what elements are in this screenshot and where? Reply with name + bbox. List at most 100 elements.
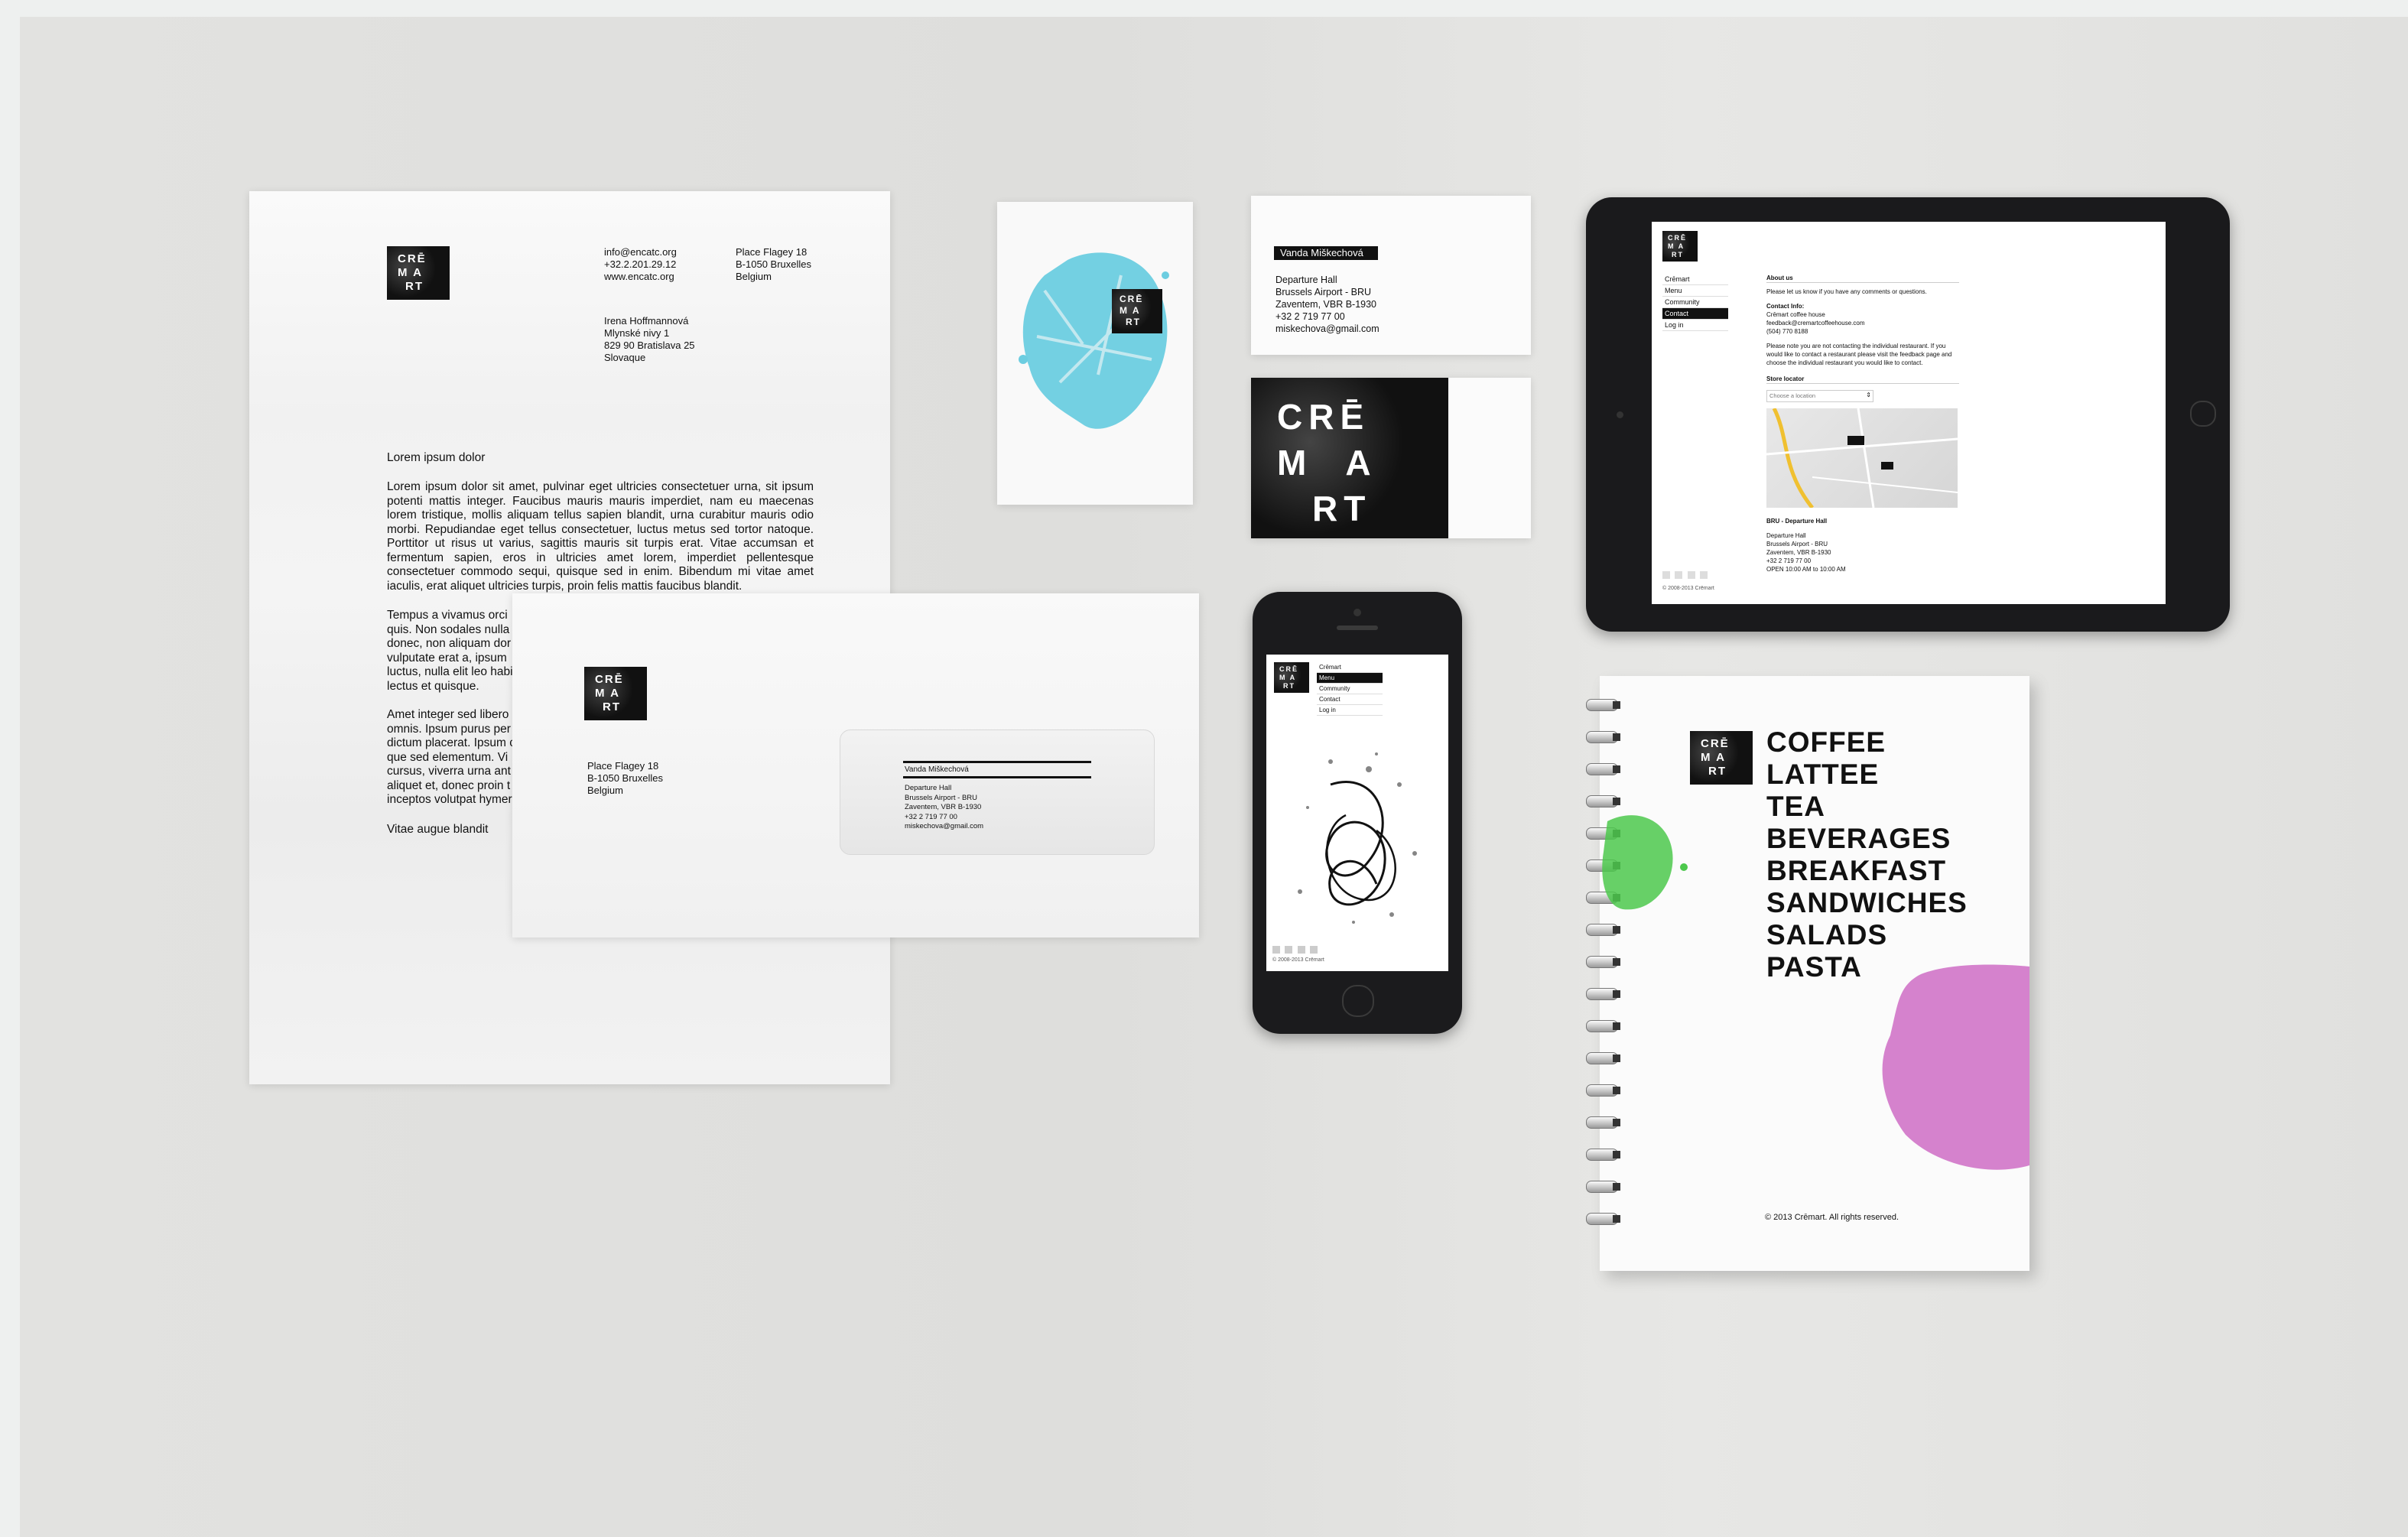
- phone-camera: [1353, 609, 1361, 616]
- menu-item-beverages: BEVERAGES: [1766, 823, 1951, 854]
- logo-line-2: M A: [1120, 305, 1141, 316]
- brand-logo: CRĒ M A RT: [387, 246, 450, 300]
- ink-scribble-graphic: [1298, 752, 1417, 924]
- tablet-content: About us Please let us know if you have …: [1766, 274, 1959, 574]
- recipient-line: Irena Hoffmannová: [604, 315, 689, 327]
- tablet-screen: CRĒ M A RT Crēmart Menu Community Contac…: [1652, 222, 2166, 604]
- logo-line-1: CRĒ: [1668, 234, 1688, 242]
- logo-line-1: CRĒ: [1701, 737, 1730, 750]
- logo-line-3: RT: [405, 280, 424, 293]
- address-line: Place Flagey 18: [587, 760, 659, 772]
- address-line: Belgium: [587, 785, 623, 796]
- letterhead-contact: info@encatc.org +32.2.201.29.12 www.enca…: [604, 246, 677, 283]
- nav-item-menu[interactable]: Menu: [1662, 285, 1728, 297]
- tablet-footer: © 2008-2013 Crēmart: [1662, 586, 1714, 591]
- nav-item-contact[interactable]: Contact: [1317, 694, 1383, 705]
- text-line: inceptos volutpat hymer: [387, 793, 512, 806]
- window-name: Vanda Miškechová: [905, 765, 969, 774]
- menu-item-salads: SALADS: [1766, 919, 1888, 950]
- social-icon[interactable]: [1310, 946, 1318, 954]
- location-select[interactable]: Choose a location ⇕: [1766, 390, 1873, 402]
- store-line: Zaventem, VBR B-1930: [1766, 549, 1831, 556]
- address-line: Zaventem, VBR B-1930: [905, 803, 982, 811]
- about-heading: About us: [1766, 274, 1959, 283]
- logo-line-1: CRĒ: [1279, 665, 1299, 673]
- envelope: CRĒ M A RT Place Flagey 18 B-1050 Bruxel…: [512, 593, 1199, 937]
- contact-note: Please note you are not contacting the i…: [1766, 343, 1952, 366]
- tablet-home-button[interactable]: [2190, 401, 2216, 427]
- card-name-label: Vanda Miškechová: [1274, 246, 1378, 260]
- phone-social-icons: [1272, 944, 1318, 957]
- window-address: Departure Hall Brussels Airport - BRU Za…: [905, 784, 983, 832]
- menu-item-coffee: COFFEE: [1766, 726, 1886, 758]
- logo-line-1: CRĒ: [1120, 294, 1144, 304]
- address-line: Departure Hall: [905, 784, 952, 792]
- recipient-line: Slovaque: [604, 352, 646, 363]
- brand-logo-large: CRĒ M A RT: [1251, 378, 1448, 538]
- logo-line-2: M A: [595, 687, 620, 700]
- text-line: Tempus a vivamus orci: [387, 609, 508, 622]
- letter-subject: Lorem ipsum dolor: [387, 451, 486, 464]
- social-icon[interactable]: [1662, 571, 1670, 579]
- text-line: aliquet et, donec proin t: [387, 778, 511, 792]
- social-icon[interactable]: [1700, 571, 1708, 579]
- social-icon[interactable]: [1297, 946, 1305, 954]
- store-line: Brussels Airport - BRU: [1766, 541, 1828, 548]
- nav-item-contact[interactable]: Contact: [1662, 308, 1728, 320]
- address-line: Brussels Airport - BRU: [1275, 287, 1372, 297]
- nav-item-login[interactable]: Log in: [1317, 705, 1383, 716]
- nav-item-home[interactable]: Crēmart: [1662, 274, 1728, 285]
- logo-line-2: M A: [1279, 674, 1297, 681]
- brand-logo: CRĒ M A RT: [1274, 662, 1309, 693]
- letterhead-sender-address: Place Flagey 18 B-1050 Bruxelles Belgium: [736, 246, 811, 283]
- spiral-notebook: CRĒ M A RT COFFEE LATTEE TEA BEVERAGES B…: [1586, 676, 2029, 1271]
- address-line: Brussels Airport - BRU: [905, 793, 978, 802]
- logo-line-1: CRĒ: [398, 252, 427, 265]
- text-line: donec, non aliquam dor: [387, 637, 512, 650]
- store-line: Departure Hall: [1766, 532, 1806, 539]
- contact-heading: Contact Info:: [1766, 303, 1805, 310]
- text-line: omnis. Ipsum purus per: [387, 722, 511, 736]
- contact-email: info@encatc.org: [604, 246, 677, 258]
- phone-footer: © 2008-2013 Crēmart: [1272, 957, 1324, 963]
- green-splash-graphic: [1602, 815, 1688, 910]
- logo-line-2: M A: [1277, 443, 1386, 483]
- notebook-footer: © 2013 Crēmart. All rights reserved.: [1765, 1213, 1899, 1222]
- postcard-blue-splash: CRĒ M A RT: [997, 202, 1193, 505]
- recipient-line: 829 90 Bratislava 25: [604, 340, 695, 351]
- logo-line-3: RT: [1672, 251, 1684, 258]
- brand-logo: CRĒ M A RT: [1690, 731, 1753, 785]
- nav-item-community[interactable]: Community: [1317, 684, 1383, 694]
- window-rule-bottom: [903, 776, 1091, 778]
- envelope-sender-address: Place Flagey 18 B-1050 Bruxelles Belgium: [587, 760, 663, 797]
- social-icon[interactable]: [1687, 571, 1695, 579]
- menu-item-pasta: PASTA: [1766, 951, 1862, 983]
- recipient-line: Mlynské nivy 1: [604, 327, 670, 339]
- social-icon[interactable]: [1272, 946, 1280, 954]
- contact-web: www.encatc.org: [604, 271, 674, 282]
- blue-splash-graphic: [1019, 252, 1169, 429]
- nav-item-menu[interactable]: Menu: [1317, 673, 1383, 684]
- store-map[interactable]: [1766, 408, 1958, 508]
- menu-item-lattee: LATTEE: [1766, 759, 1880, 790]
- social-icon[interactable]: [1675, 571, 1683, 579]
- envelope-window: Vanda Miškechová Departure Hall Brussels…: [840, 730, 1155, 855]
- tablet: CRĒ M A RT Crēmart Menu Community Contac…: [1586, 197, 2230, 632]
- store-line: +32 2 719 77 00: [1766, 557, 1812, 564]
- social-icon[interactable]: [1285, 946, 1293, 954]
- home-button[interactable]: [1342, 985, 1374, 1017]
- nav-item-login[interactable]: Log in: [1662, 320, 1728, 331]
- contact-line: (504) 770 8188: [1766, 328, 1808, 335]
- contact-line[interactable]: feedback@cremartcoffeehouse.com: [1766, 319, 1959, 327]
- window-rule-top: [903, 761, 1091, 763]
- map-graphic: [1766, 408, 1958, 508]
- text-line: Amet integer sed libero: [387, 708, 509, 721]
- address-line: Departure Hall: [1275, 275, 1337, 285]
- address-line: +32 2 719 77 00: [1275, 311, 1345, 322]
- store-locator-heading: Store locator: [1766, 375, 1959, 384]
- logo-line-1: CRĒ: [595, 673, 624, 686]
- brand-logo: CRĒ M A RT: [1112, 289, 1162, 333]
- nav-item-community[interactable]: Community: [1662, 297, 1728, 308]
- nav-item-home[interactable]: Crēmart: [1317, 662, 1383, 673]
- logo-line-3: RT: [603, 700, 621, 713]
